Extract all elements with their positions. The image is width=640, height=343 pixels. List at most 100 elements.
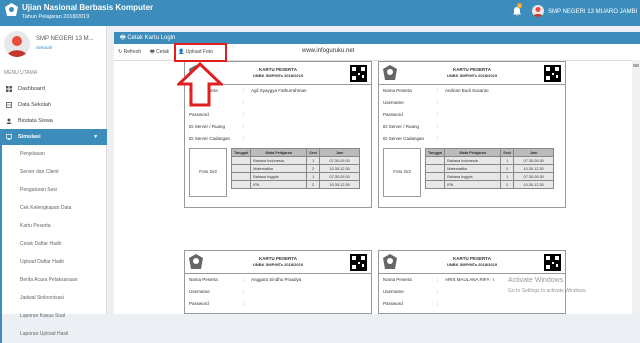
- field-colon: :: [243, 88, 245, 93]
- submenu-laporan-upload-hasil[interactable]: Laporan Upload Hasil: [0, 325, 107, 343]
- qr-code-icon: [350, 254, 367, 271]
- user-menu[interactable]: SMP NEGERI 13 MUARO JAMBI: [548, 9, 637, 15]
- qr-code-icon: [544, 65, 561, 82]
- field-label: ID Server Cadangan: [189, 136, 231, 141]
- table-cell: 10.30-12.30: [319, 180, 361, 189]
- field-label: ID Server / Ruang: [383, 124, 420, 129]
- sidebar-item-data-sekolah[interactable]: Data Sekolah: [0, 97, 107, 113]
- field-label: Password: [383, 301, 403, 306]
- table-row: IPA 2 10.30-12.30: [424, 180, 555, 189]
- schedule-table: Tanggal Mata Pelajaran Sesi Jam Bahasa I…: [230, 148, 361, 189]
- table-cell: 07.30-09.30: [513, 156, 555, 165]
- table-cell: [230, 156, 252, 165]
- scrollbar[interactable]: [632, 60, 640, 314]
- refresh-label: Refresh: [123, 49, 142, 55]
- submenu-server-client[interactable]: Server dan Client: [0, 163, 107, 181]
- table-cell: IPA: [444, 180, 502, 189]
- card-subtitle: UNBK SMP/MTs 2018/2019: [446, 73, 498, 78]
- field-colon: :: [437, 112, 439, 117]
- submenu-cek-kelengkapan[interactable]: Cek Kelengkapan Data: [0, 199, 107, 217]
- print-label: Cetak: [156, 49, 170, 55]
- submenu-upload-daftar-hadir[interactable]: Upload Daftar Hadir: [0, 253, 107, 271]
- windows-activation-title: Activate Windows: [508, 277, 564, 284]
- panel-title: Cetak Kartu Login: [127, 35, 176, 41]
- table-row: Bahasa Inggris 1 07.30-09.30: [424, 172, 555, 181]
- table-cell: Bahasa Inggris: [444, 172, 502, 181]
- table-cell: 07.30-09.30: [319, 172, 361, 181]
- card-header: KARTU PESERTA UNBK SMP/MTs 2018/2019: [379, 251, 565, 274]
- field-colon: :: [243, 136, 245, 141]
- user-avatar-icon: [7, 36, 27, 57]
- table-header-row: Tanggal Mata Pelajaran Sesi Jam: [424, 148, 555, 157]
- notification-badge: 6: [517, 3, 523, 8]
- field-colon: :: [437, 124, 439, 129]
- table-cell: 2: [306, 180, 321, 189]
- sidebar-item-biodata-siswa[interactable]: Biodata Siswa: [0, 113, 107, 129]
- table-row: Matematika 2 10.30-12.30: [230, 164, 361, 173]
- table-cell: 2: [306, 164, 321, 173]
- submenu-pengaturan-sesi[interactable]: Pengaturan Sesi: [0, 181, 107, 199]
- photo-label: Foto 2x3: [199, 169, 217, 174]
- submenu-laporan-kasus-soal[interactable]: Laporan Kasus Soal: [0, 307, 107, 325]
- print-button[interactable]: 🖶 Cetak: [150, 49, 169, 57]
- field-colon: :: [437, 289, 439, 294]
- table-header: Mata Pelajaran: [250, 148, 308, 157]
- field-colon: :: [437, 301, 439, 306]
- building-icon: [6, 102, 12, 108]
- table-cell: 10.30-12.30: [513, 164, 555, 173]
- table-cell: Matematika: [250, 164, 308, 173]
- sidebar-item-label: Simulasi: [18, 134, 41, 140]
- table-cell: 07.30-09.30: [319, 156, 361, 165]
- users-icon: [6, 118, 12, 124]
- sidebar-item-dashboard[interactable]: Dashboard: [0, 81, 107, 97]
- participant-card: KARTU PESERTA UNBK SMP/MTs 2018/2019 Nam…: [378, 61, 566, 208]
- user-avatar-icon: [533, 7, 543, 17]
- table-cell: [424, 164, 446, 173]
- field-label: Username: [383, 289, 404, 294]
- photo-placeholder: Foto 2x3: [383, 148, 421, 197]
- table-cell: [230, 164, 252, 173]
- submenu-kartu-peserta[interactable]: Kartu Peserta: [0, 217, 107, 235]
- table-cell: 1: [500, 156, 515, 165]
- table-row: Bahasa Indonesia 1 07.30-09.30: [230, 156, 361, 165]
- sidebar: SMP NEGERI 13 M... Sekolah MENU UTAMA Da…: [0, 26, 107, 343]
- top-navbar: Ujian Nasional Berbasis Komputer Tahun P…: [0, 0, 640, 26]
- print-icon: 🖶: [120, 35, 126, 41]
- participant-name: Anggara Sindhu Praadya: [251, 277, 302, 282]
- field-colon: :: [243, 301, 245, 306]
- submenu-cetak-daftar-hadir[interactable]: Cetak Daftar Hadir: [0, 235, 107, 253]
- scrollbar-thumb[interactable]: [633, 64, 639, 67]
- submenu-jadwal-sinkronisasi[interactable]: Jadwal Sinkronisasi: [0, 289, 107, 307]
- table-row: IPA 2 10.30-12.30: [230, 180, 361, 189]
- field-colon: :: [243, 112, 245, 117]
- avatar[interactable]: [532, 5, 544, 17]
- dashboard-icon: [6, 86, 12, 92]
- refresh-icon: ↻: [118, 49, 123, 55]
- photo-placeholder: Foto 2x3: [189, 148, 227, 197]
- sidebar-item-label: Data Sekolah: [18, 102, 52, 108]
- arrow-up-icon: [177, 62, 223, 107]
- print-icon: 🖶: [150, 49, 155, 55]
- schedule-table: Tanggal Mata Pelajaran Sesi Jam Bahasa I…: [424, 148, 555, 189]
- table-cell: [424, 172, 446, 181]
- field-label: Username: [189, 289, 210, 294]
- table-cell: [230, 172, 252, 181]
- qr-code-icon: [544, 254, 561, 271]
- submenu-berita-acara[interactable]: Berita Acara Pelaksanaan: [0, 271, 107, 289]
- refresh-button[interactable]: ↻ Refresh: [118, 49, 141, 55]
- sidebar-user-panel: SMP NEGERI 13 M... Sekolah: [0, 26, 107, 62]
- field-colon: :: [243, 100, 245, 105]
- participant-name: Agil Syaygya Fathurrahman: [251, 88, 307, 93]
- table-cell: [424, 180, 446, 189]
- field-label: Password: [189, 301, 209, 306]
- table-header: Sesi: [500, 148, 515, 157]
- table-cell: 1: [306, 156, 321, 165]
- sidebar-user-role: Sekolah: [36, 45, 53, 50]
- table-cell: 1: [306, 172, 321, 181]
- table-header: Jam: [319, 148, 361, 157]
- table-cell: 10.30-12.30: [513, 180, 555, 189]
- sidebar-item-simulasi[interactable]: Simulasi ▾: [0, 129, 107, 145]
- table-row: Matematika 2 10.30-12.30: [424, 164, 555, 173]
- submenu-penjelasan[interactable]: Penjelasan: [0, 145, 107, 163]
- sidebar-menu: Dashboard Data Sekolah Biodata Siswa Sim…: [0, 81, 107, 343]
